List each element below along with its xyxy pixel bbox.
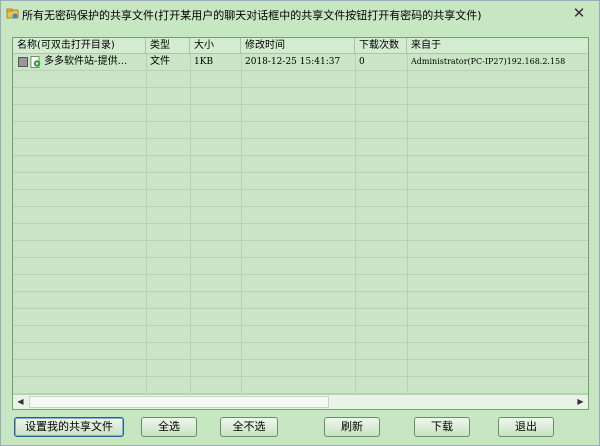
row-from: Administrator(PC-IP27)192.168.2.158: [411, 57, 566, 66]
scroll-right-arrow[interactable]: ▶: [573, 395, 588, 409]
row-checkbox[interactable]: [18, 57, 28, 67]
row-downloads: 0: [359, 57, 365, 67]
close-button[interactable]: ✕: [569, 4, 589, 22]
shared-files-list[interactable]: 名称(可双击打开目录) 类型 大小 修改时间 下载次数 来自于 多多软件站-提供…: [12, 37, 589, 410]
list-header: 名称(可双击打开目录) 类型 大小 修改时间 下载次数 来自于: [13, 38, 588, 54]
list-body: 多多软件站-提供... 文件 1KB 2018-12-25 15:41:37 0…: [13, 54, 588, 394]
scroll-left-arrow[interactable]: ◀: [13, 395, 28, 409]
download-button[interactable]: 下载: [414, 417, 470, 437]
column-divider: [241, 54, 242, 394]
select-all-button[interactable]: 全选: [141, 417, 197, 437]
column-header-downloads[interactable]: 下载次数: [355, 38, 407, 54]
row-modified: 2018-12-25 15:41:37: [245, 57, 341, 67]
scrollbar-thumb[interactable]: [29, 396, 329, 408]
column-header-size[interactable]: 大小: [190, 38, 241, 54]
column-divider: [190, 54, 191, 394]
column-divider: [355, 54, 356, 394]
refresh-button[interactable]: 刷新: [324, 417, 380, 437]
column-header-from[interactable]: 来自于: [407, 38, 588, 54]
column-header-name[interactable]: 名称(可双击打开目录): [13, 38, 146, 54]
column-header-type[interactable]: 类型: [146, 38, 190, 54]
horizontal-scrollbar[interactable]: ◀ ▶: [13, 394, 588, 409]
row-name: 多多软件站-提供...: [44, 56, 128, 67]
column-header-modified[interactable]: 修改时间: [241, 38, 355, 54]
set-my-shared-files-button[interactable]: 设置我的共享文件: [14, 417, 124, 437]
column-divider: [407, 54, 408, 394]
column-divider: [146, 54, 147, 394]
row-type: 文件: [150, 56, 170, 67]
shared-file-icon: [30, 56, 41, 68]
row-size: 1KB: [194, 57, 214, 67]
window-title: 所有无密码保护的共享文件(打开某用户的聊天对话框中的共享文件按钮打开有密码的共享…: [22, 9, 482, 22]
title-bar: 所有无密码保护的共享文件(打开某用户的聊天对话框中的共享文件按钮打开有密码的共享…: [1, 1, 599, 27]
list-item[interactable]: 多多软件站-提供... 文件 1KB 2018-12-25 15:41:37 0…: [13, 54, 588, 70]
select-none-button[interactable]: 全不选: [220, 417, 278, 437]
exit-button[interactable]: 退出: [498, 417, 554, 437]
folder-share-icon: [6, 8, 19, 19]
shared-files-window: 所有无密码保护的共享文件(打开某用户的聊天对话框中的共享文件按钮打开有密码的共享…: [0, 0, 600, 446]
